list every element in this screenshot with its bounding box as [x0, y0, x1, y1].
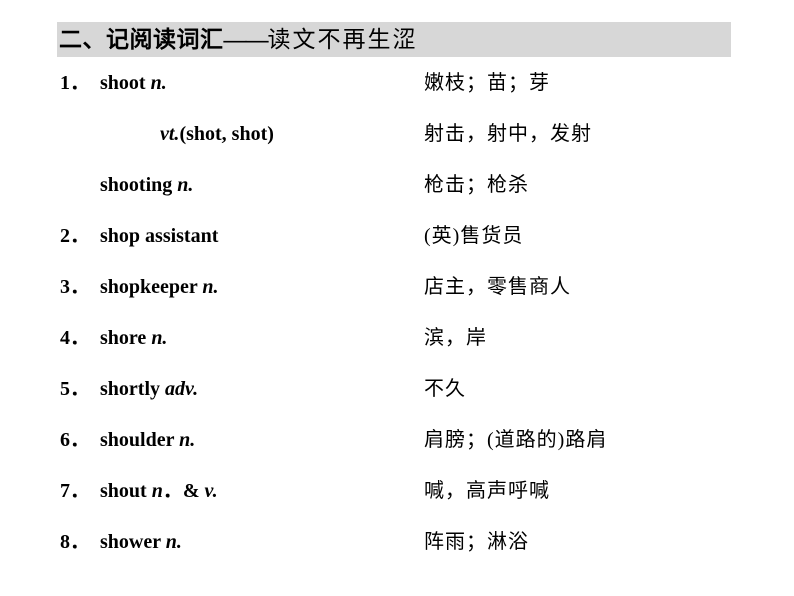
entry-number: [60, 119, 106, 149]
entry-chinese-gloss: (英)售货员: [424, 225, 524, 247]
entry-english-term: shop assistant: [100, 221, 218, 251]
entry-chinese-gloss: 肩膀；(道路的)路肩: [424, 429, 608, 451]
entry-part-of-speech: n.: [150, 72, 167, 94]
vocabulary-entry-row: 4． shore n. 滨，岸: [0, 323, 794, 374]
entry-part-of-speech-secondary: v.: [204, 480, 218, 502]
entry-chinese-gloss: 滨，岸: [424, 327, 487, 349]
entry-part-of-speech: n: [151, 480, 163, 502]
entry-chinese-gloss: 阵雨；淋浴: [424, 531, 529, 553]
entry-english-term: shower n.: [100, 527, 182, 557]
entry-word: shore: [100, 327, 147, 349]
entry-chinese-gloss: 枪击；枪杀: [424, 174, 529, 196]
vocabulary-entry-row: vt.(shot, shot) 射击，射中，发射: [0, 119, 794, 170]
entry-word: shower: [100, 531, 161, 553]
entry-english-term: shopkeeper n.: [100, 272, 219, 302]
entry-english-term: shout n．& v.: [100, 476, 218, 506]
vocabulary-entry-row: 2． shop assistant (英)售货员: [0, 221, 794, 272]
vocabulary-entry-row: 1． shoot n. 嫩枝；苗；芽: [0, 68, 794, 119]
vocabulary-entry-row: 6． shoulder n. 肩膀；(道路的)路肩: [0, 425, 794, 476]
entry-chinese-gloss: 店主，零售商人: [424, 276, 571, 298]
entry-english-term: shoot n.: [100, 68, 167, 98]
entry-word: shout: [100, 480, 147, 502]
entry-part-of-speech: n.: [165, 531, 182, 553]
entry-english-term: shore n.: [100, 323, 167, 353]
entry-chinese-gloss: 嫩枝；苗；芽: [424, 72, 550, 94]
entry-word: shoulder: [100, 429, 175, 451]
entry-english-term: vt.(shot, shot): [160, 119, 274, 149]
entry-word: shortly: [100, 378, 160, 400]
entry-english-term: shortly adv.: [100, 374, 198, 404]
entry-english-term: shooting n.: [100, 170, 193, 200]
entry-separator: ．&: [162, 480, 200, 502]
entry-part-of-speech: n.: [179, 429, 196, 451]
entry-word: shoot: [100, 72, 146, 94]
entry-part-of-speech: n.: [151, 327, 168, 349]
section-title: 二、记阅读词汇——读文不再生涩: [59, 22, 418, 57]
vocabulary-entry-row: shooting n. 枪击；枪杀: [0, 170, 794, 221]
vocabulary-entry-row: 5． shortly adv. 不久: [0, 374, 794, 425]
entry-chinese-gloss: 射击，射中，发射: [424, 123, 592, 145]
vocabulary-entry-list: 1． shoot n. 嫩枝；苗；芽 vt.(shot, shot) 射击，射中，发射 s…: [0, 68, 794, 578]
vocabulary-entry-row: 7． shout n．& v. 喊，高声呼喊: [0, 476, 794, 527]
entry-english-term: shoulder n.: [100, 425, 195, 455]
section-title-head: 二、记阅读词汇: [59, 27, 224, 52]
entry-chinese-gloss: 喊，高声呼喊: [424, 480, 550, 502]
entry-part-of-speech: n.: [202, 276, 219, 298]
section-title-tail: 读文不再生涩: [267, 27, 418, 52]
entry-part-of-speech: n.: [177, 174, 194, 196]
section-title-dash: ——: [223, 27, 269, 52]
entry-part-of-speech: adv.: [165, 378, 199, 400]
entry-word: shopkeeper: [100, 276, 198, 298]
entry-word: shop assistant: [100, 225, 219, 247]
entry-word: shooting: [100, 174, 173, 196]
vocabulary-entry-row: 8． shower n. 阵雨；淋浴: [0, 527, 794, 578]
entry-part-of-speech: vt.: [160, 123, 180, 145]
entry-inflection: (shot, shot): [179, 123, 274, 145]
entry-chinese-gloss: 不久: [424, 378, 466, 400]
vocabulary-entry-row: 3． shopkeeper n. 店主，零售商人: [0, 272, 794, 323]
